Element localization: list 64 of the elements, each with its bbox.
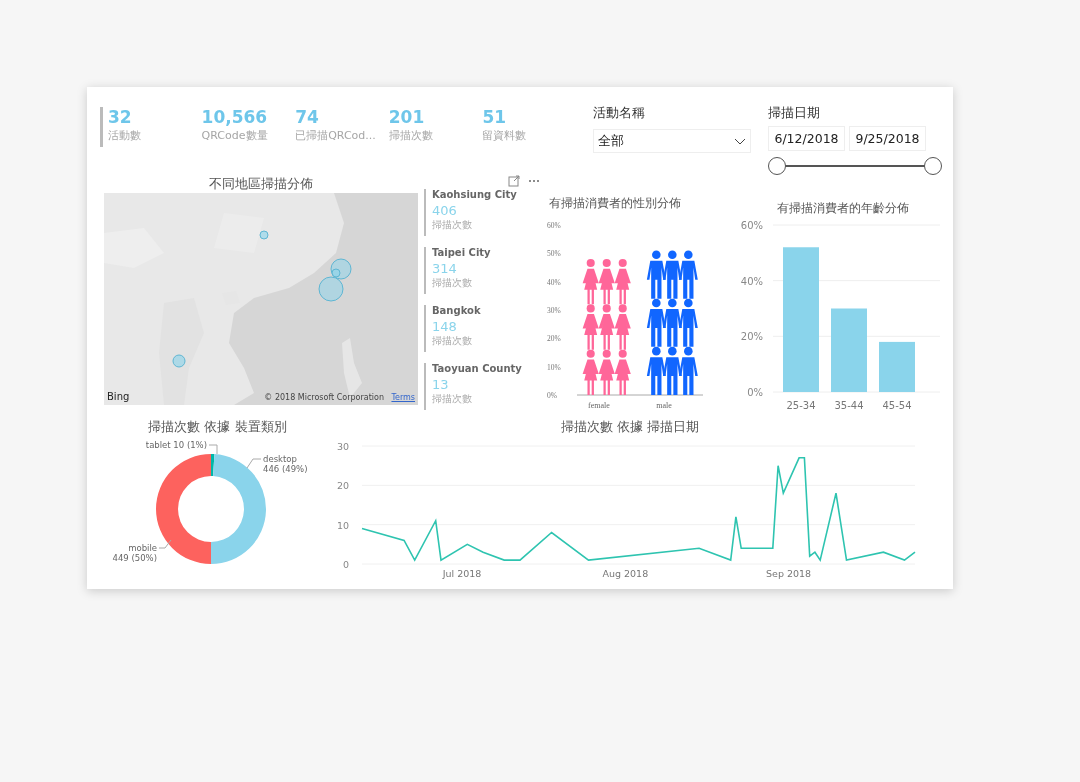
axis-label: 0% [747,387,763,398]
axis-label: male [656,401,672,410]
filter-label: 掃描日期 [768,105,820,122]
axis-label: 35-44 [834,400,864,411]
kpi-label: 已掃描QRCod... [295,128,376,143]
kpi-label: 掃描次數 [388,128,433,143]
activity-dropdown[interactable]: 全部 [593,129,751,153]
location-label: 掃描次數 [432,276,472,290]
chart-title: 掃描次數 依據 裝置類別 [148,418,287,436]
axis-label: 20 [336,480,349,492]
bar [879,341,915,392]
map-logo: Bing [107,391,130,402]
location-value: 13 [432,377,449,392]
chart-title: 有掃描消費者的性別分佈 [549,195,681,212]
location-value: 148 [432,319,457,334]
kpi-value: 10,566 [201,107,268,128]
location-name: Kaohsiung City [432,189,517,200]
start-date-field[interactable]: 6/12/2018 [768,126,845,152]
map-copyright: © 2018 Microsoft Corporation [264,393,384,402]
chart-title: 不同地區掃描分佈 [209,175,313,193]
axis-label: Aug 2018 [602,568,649,579]
kpi-label: 活動數 [108,128,141,143]
data-label: desktop [262,454,297,464]
location-name: Taipei City [432,247,491,258]
axis-label: female [588,401,610,410]
axis-label: 25-34 [786,400,816,411]
kpi-label: 留資料數 [482,128,527,143]
location-label: 掃描次數 [432,334,472,348]
leader-line [158,539,171,549]
location-name: Bangkok [432,305,481,316]
data-label: mobile [127,543,157,553]
location-name: Taoyuan County [432,363,522,374]
location-label: 掃描次數 [432,218,472,232]
terms-link[interactable]: Terms [391,393,415,402]
location-label: 掃描次數 [432,392,472,406]
chart-title: 有掃描消費者的年齡分佈 [776,200,909,217]
axis-label: 10 [336,519,349,531]
leader-line [208,444,217,455]
kpi-value: 201 [388,107,425,128]
axis-label: Sep 2018 [766,568,812,579]
location-value: 406 [432,203,457,218]
data-label: 446 (49%) [262,464,307,474]
location-value: 314 [432,261,457,276]
chart-title: 掃描次數 依據 掃描日期 [560,418,700,436]
kpi-value: 32 [108,107,132,128]
axis-label: 60% [740,220,763,231]
axis-label: 45-54 [882,400,912,411]
slider-handle[interactable] [768,157,786,176]
kpi-label: QRCode數量 [201,128,268,143]
kpi-value: 74 [295,107,319,128]
filter-label: 活動名稱 [593,105,645,122]
data-label: 449 (50%) [112,553,157,563]
end-date-field[interactable]: 9/25/2018 [849,126,926,152]
axis-label: Jul 2018 [442,568,482,579]
axis-label: 40% [740,275,763,287]
chevron-down-icon [734,137,746,145]
data-label: tablet 10 (1%) [145,440,207,450]
slider-handle[interactable] [924,157,942,176]
leader-line [246,458,261,469]
axis-label: 30 [336,441,349,452]
focus-mode-icon[interactable] [508,175,520,187]
axis-label: 20% [740,331,763,343]
kpi-value: 51 [482,107,507,128]
axis-label: 0 [342,559,349,570]
